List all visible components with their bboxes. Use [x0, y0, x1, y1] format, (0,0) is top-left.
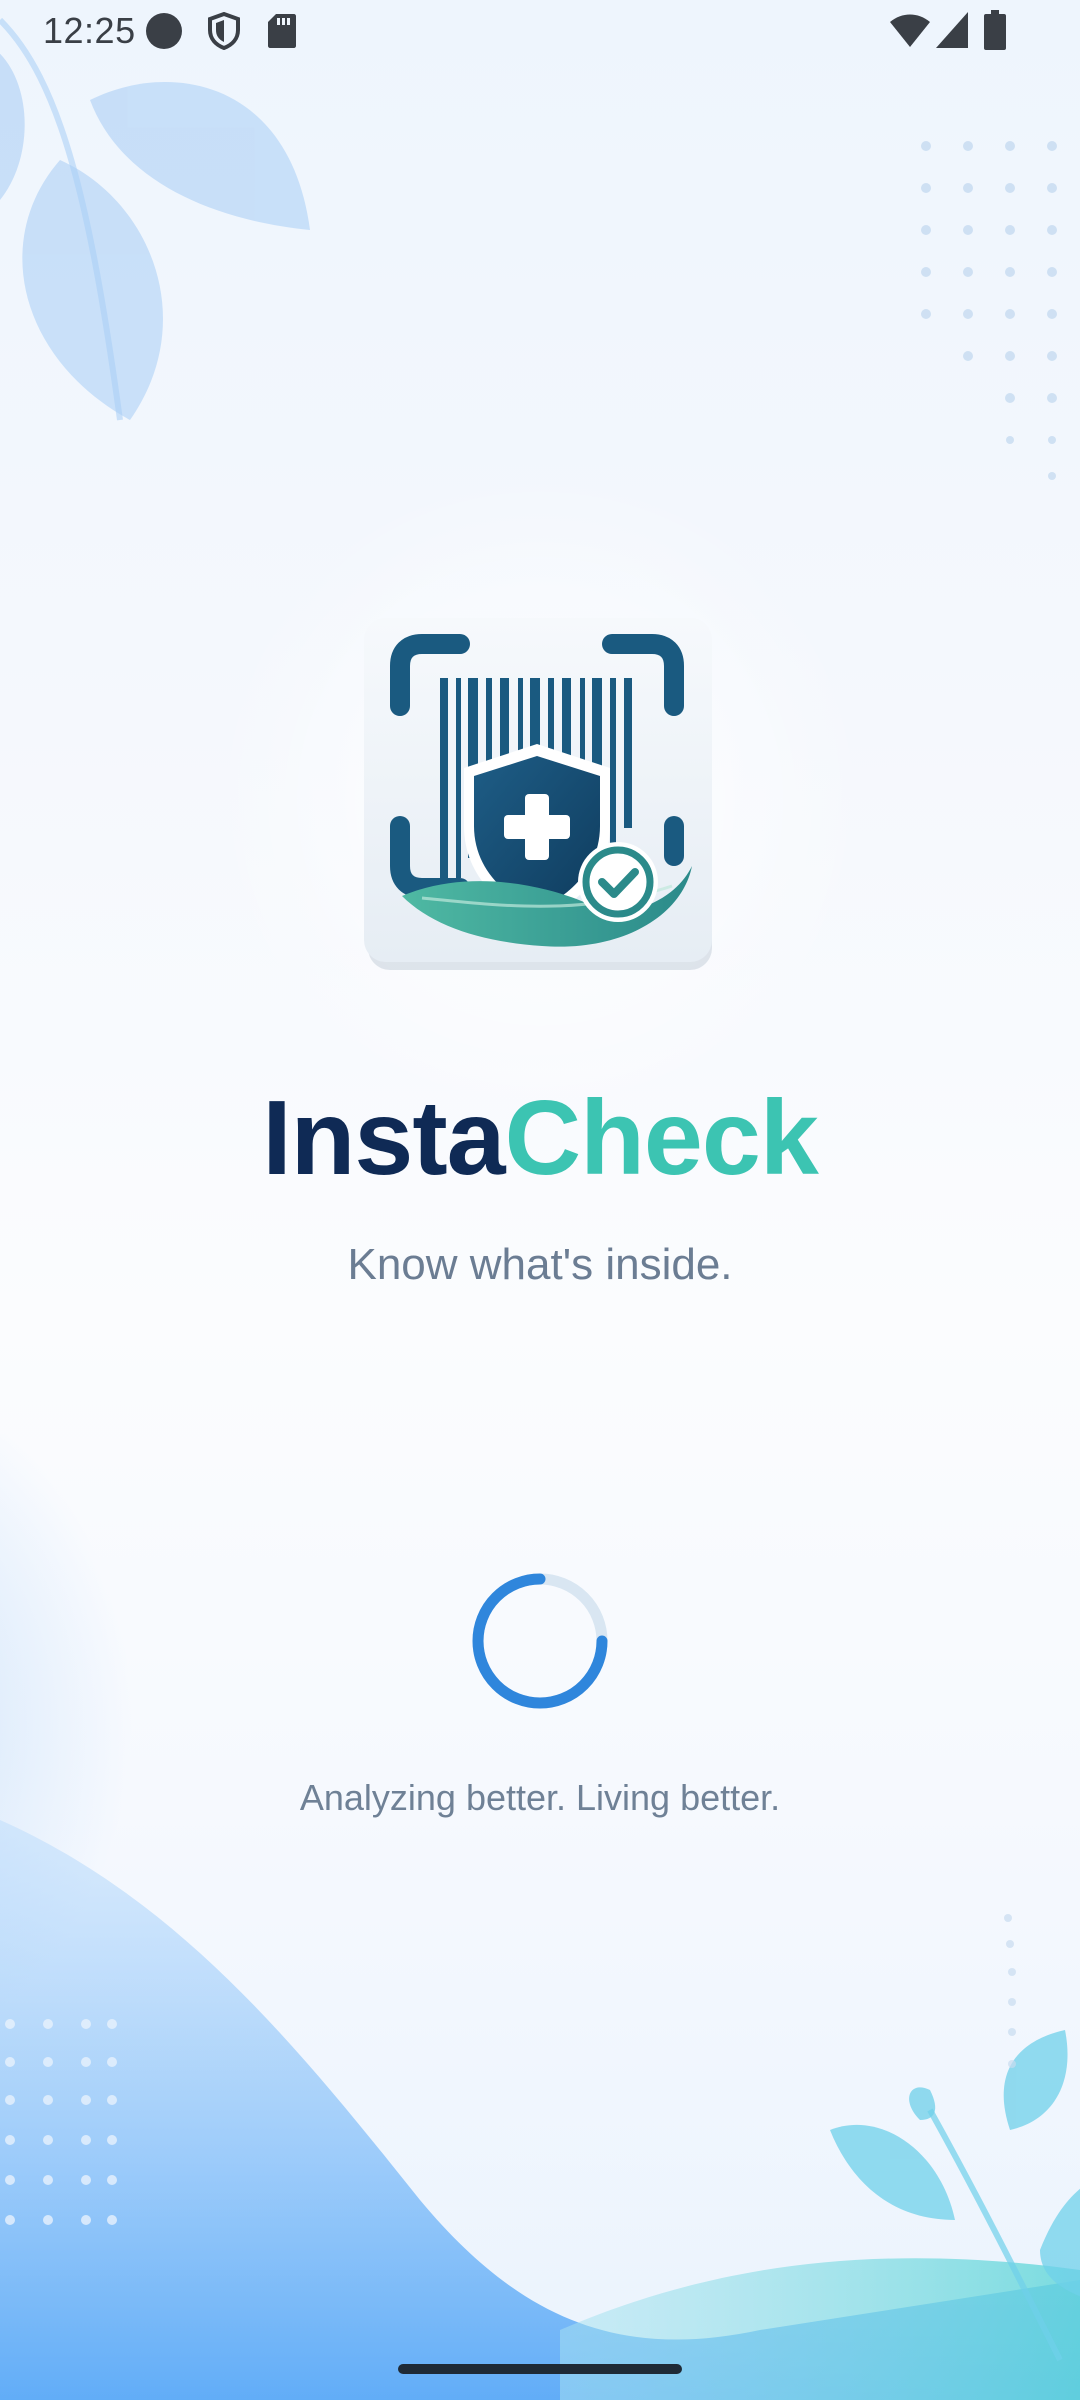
record-dot-icon: [146, 13, 182, 49]
loading-subtitle: Analyzing better. Living better.: [299, 1777, 781, 1818]
tagline: Know what's inside.: [347, 1240, 733, 1289]
wifi-icon: [890, 14, 930, 47]
app-title: InstaCheck: [0, 1085, 1080, 1191]
loading-spinner: [470, 1571, 610, 1711]
cellular-signal-icon: [936, 12, 968, 48]
app-title-check: Check: [504, 1079, 819, 1197]
status-time: 12:25: [43, 10, 136, 51]
circular-progress-spinner: [472, 1573, 608, 1709]
status-bar: 12:25: [0, 0, 1080, 62]
battery-icon: [984, 10, 1006, 50]
sd-card-icon: [268, 14, 296, 48]
home-indicator[interactable]: [398, 2364, 682, 2374]
app-logo: [362, 616, 718, 972]
background-decoration: [0, 17, 1080, 2400]
app-title-insta: Insta: [262, 1079, 505, 1197]
barcode-shield-check-icon: [364, 618, 712, 970]
shield-icon: [208, 12, 240, 50]
